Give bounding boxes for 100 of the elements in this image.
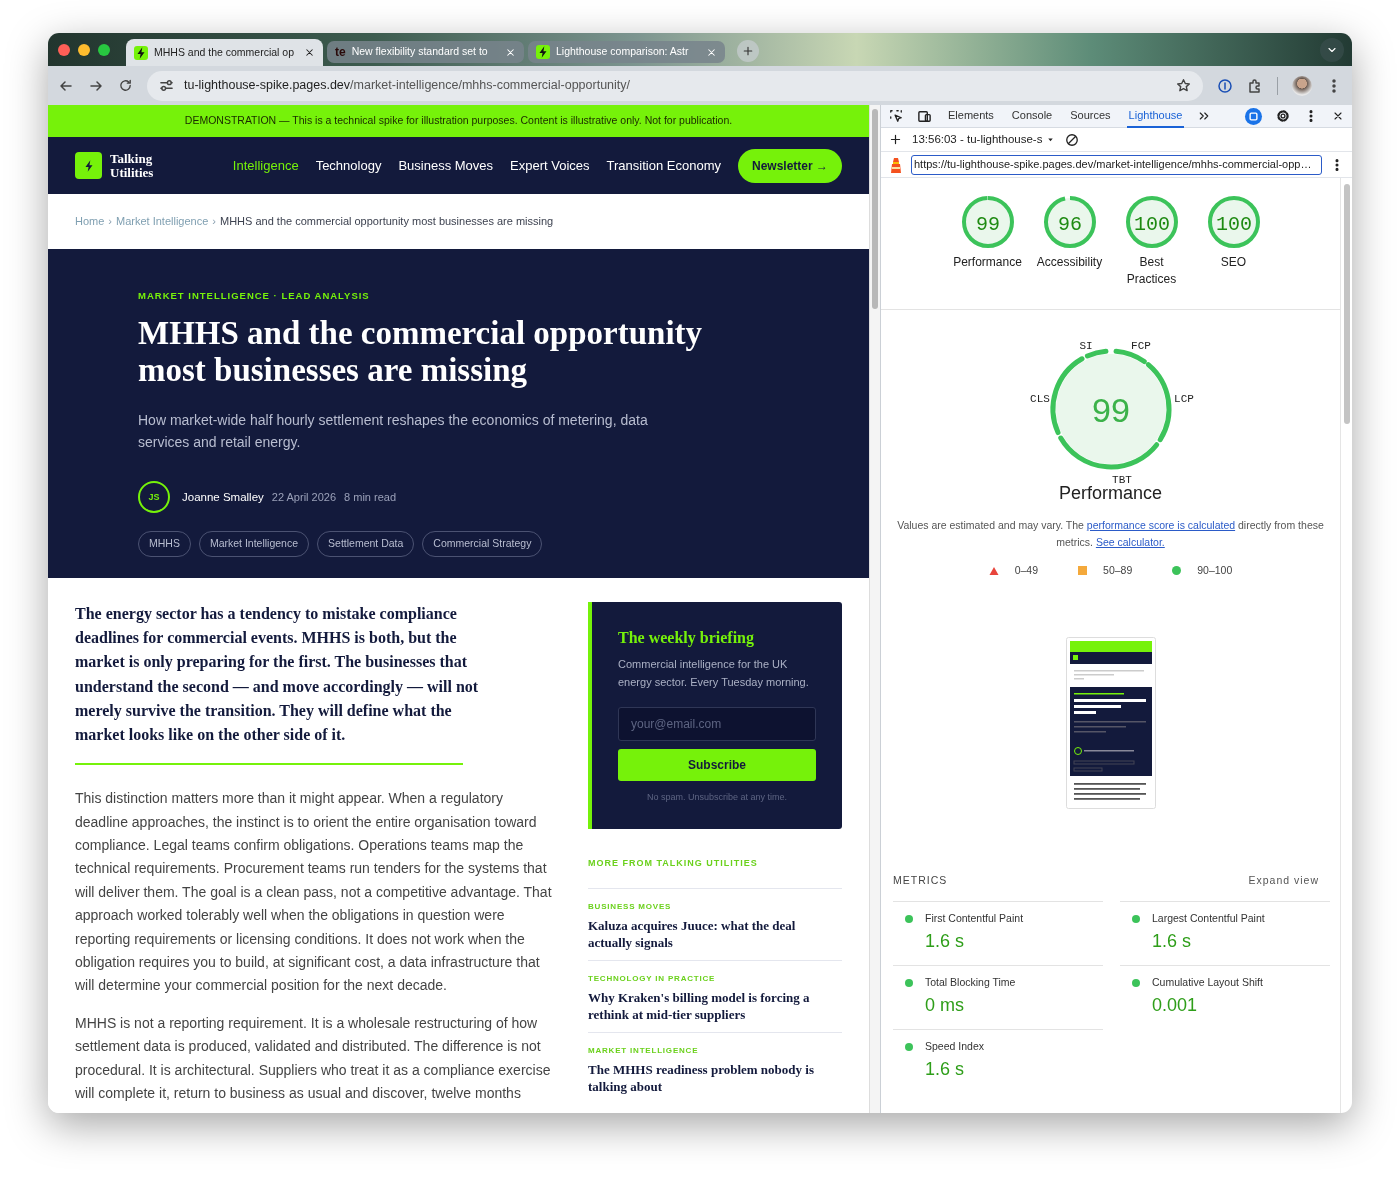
bolt-icon bbox=[134, 45, 148, 60]
ai-assistant-icon[interactable] bbox=[1245, 107, 1262, 125]
score-gauge: 99 bbox=[959, 194, 1016, 250]
performance-score: 99 bbox=[1091, 391, 1130, 429]
plus-icon[interactable] bbox=[889, 133, 902, 146]
metric-value: 0.001 bbox=[1152, 994, 1199, 1018]
metric-name: Largest Contentful Paint bbox=[1152, 910, 1265, 926]
zoom-window-button[interactable] bbox=[98, 43, 110, 56]
score-label: Best Practices bbox=[1125, 254, 1178, 288]
devtools-tab[interactable]: Elements bbox=[946, 104, 996, 128]
profile-avatar[interactable] bbox=[1292, 75, 1312, 96]
metric-name: Cumulative Layout Shift bbox=[1152, 974, 1263, 990]
metric-name: Speed Index bbox=[925, 1038, 984, 1054]
devtools-tab[interactable]: Sources bbox=[1068, 104, 1113, 128]
site-settings-icon[interactable] bbox=[159, 78, 174, 93]
reload-icon[interactable] bbox=[118, 78, 133, 93]
close-icon[interactable] bbox=[1332, 110, 1344, 122]
score-label: Performance bbox=[953, 254, 1022, 271]
lighthouse-icon bbox=[889, 155, 903, 174]
status-dot-icon bbox=[905, 914, 913, 923]
browser-tab[interactable]: Lighthouse comparison: Astr bbox=[528, 41, 725, 63]
logo-text: Talking Utilities bbox=[110, 151, 155, 180]
gauge-title: Performance bbox=[1058, 483, 1162, 505]
browser-tab[interactable]: MHHS and the commercial op bbox=[126, 39, 323, 66]
url-text: tu-lighthouse-spike.pages.dev/market-intelligence/mhhs-commercial-opportunity/ bbox=[184, 77, 632, 95]
scrollbar-thumb[interactable] bbox=[1344, 184, 1350, 424]
tab-search-button[interactable] bbox=[1320, 38, 1344, 62]
breadcrumb-current: MHHS and the commercial opportunity most businesses are missing bbox=[220, 214, 554, 230]
article-link[interactable]: The MHHS readiness problem nobody is talking about bbox=[588, 1061, 842, 1096]
read-time: 8 min read bbox=[344, 490, 397, 505]
expand-view-button[interactable]: Expand view bbox=[1248, 872, 1319, 889]
metric-name: First Contentful Paint bbox=[925, 910, 1024, 926]
new-tab-button[interactable] bbox=[737, 40, 759, 62]
url-field[interactable]: https://tu-lighthouse-spike.pages.dev/market-intelligence/mhhs-commercial-opp… bbox=[911, 154, 1322, 175]
metric-value: 1.6 s bbox=[1152, 930, 1193, 954]
kicker-label: MARKET INTELLIGENCE · LEAD ANALYSIS bbox=[138, 289, 371, 303]
status-dot-icon bbox=[1132, 914, 1140, 923]
body-paragraph: This distinction matters more than it might appear. When a regulatory deadline approaches, the instinct is to orient the entire organisation toward compliance. Legal teams confirm obligations. Operations teams map the technical requirements. Procurement teams run tenders for the systems that will deliver them. The goal is a clean pass, not a competitive advantage. That approach worked tolerably well when the obligations in question were reporting requirements or licensing conditions. It does not work when the obligation requires you to build, at significant cost, a data infrastructure that will determine your commercial position for the next decade. bbox=[75, 789, 553, 996]
report-scrollbar[interactable] bbox=[1340, 178, 1352, 1113]
score-explanation: Values are estimated and may vary. The performance score is calculated directly from these metrics. See calculator. bbox=[896, 518, 1325, 550]
gauge-label: TBT bbox=[1111, 474, 1132, 486]
newsletter-note: No spam. Unsubscribe at any time. bbox=[645, 791, 789, 805]
author-avatar: JS bbox=[138, 481, 170, 514]
page-scrollbar[interactable] bbox=[869, 105, 880, 1113]
more-tabs-icon[interactable] bbox=[1198, 110, 1211, 122]
browser-tab[interactable]: te New flexibility standard set to bbox=[327, 41, 524, 63]
metrics-heading: METRICS bbox=[893, 872, 948, 888]
subscribe-button[interactable]: Subscribe bbox=[618, 749, 816, 782]
close-window-button[interactable] bbox=[58, 43, 70, 56]
help-link[interactable]: See calculator. bbox=[1095, 536, 1165, 548]
password-manager-icon[interactable] bbox=[1217, 77, 1233, 94]
gauge-label: CLS bbox=[1029, 393, 1050, 405]
help-link[interactable]: performance score is calculated bbox=[1086, 519, 1236, 531]
devtools-tab[interactable]: Console bbox=[1009, 104, 1055, 128]
minimize-window-button[interactable] bbox=[78, 43, 90, 56]
settings-icon[interactable] bbox=[1276, 109, 1290, 123]
inspect-element-icon[interactable] bbox=[889, 109, 903, 123]
publish-date: 22 April 2026 bbox=[271, 490, 337, 505]
devtools-tab[interactable]: Lighthouse bbox=[1126, 104, 1185, 128]
article-link[interactable]: Kaluza acquires Juuce: what the deal actually signals bbox=[588, 917, 842, 952]
site-favicon: te bbox=[335, 45, 346, 59]
report-selector[interactable]: 13:56:03 - tu-lighthouse-s bbox=[912, 130, 1056, 149]
address-bar[interactable]: tu-lighthouse-spike.pages.dev/market-intelligence/mhhs-commercial-opportunity/ bbox=[147, 70, 1203, 101]
metric-name: Total Blocking Time bbox=[925, 974, 1016, 990]
nav-link[interactable]: Technology bbox=[315, 155, 382, 176]
nav-link[interactable]: Business Moves bbox=[398, 155, 494, 176]
newsletter-button[interactable]: Newsletter → bbox=[737, 148, 842, 183]
score-gauge: 96 bbox=[1041, 194, 1098, 250]
clear-icon[interactable] bbox=[1065, 132, 1080, 147]
gauge-label: LCP bbox=[1173, 393, 1194, 405]
article-title: MHHS and the commercial opportunity most businesses are missing bbox=[138, 315, 704, 390]
status-dot-icon bbox=[905, 978, 913, 987]
body-paragraph: MHHS is not a reporting requirement. It is a wholesale restructuring of how settlement data is produced, validated and distributed. The difference is not procedural. It is architectural. Suppliers who treat it as a compliance exercise will complete it, return to business as usual and discover, twelve months bbox=[75, 1013, 552, 1104]
section-heading: MORE FROM TALKING UTILITIES bbox=[588, 856, 759, 870]
plus-icon bbox=[742, 45, 754, 57]
close-icon[interactable] bbox=[304, 47, 315, 58]
tab-title: Lighthouse comparison: Astr bbox=[556, 44, 690, 60]
scrollbar-thumb[interactable] bbox=[872, 109, 878, 309]
article-subtitle: How market-wide half hourly settlement reshapes the economics of metering, data services and retail energy. bbox=[138, 411, 649, 453]
caret-icon bbox=[1046, 135, 1056, 144]
device-toolbar-icon[interactable] bbox=[917, 108, 932, 124]
extensions-icon[interactable] bbox=[1247, 77, 1263, 94]
category-label: TECHNOLOGY IN PRACTICE bbox=[588, 973, 717, 986]
status-dot-icon bbox=[905, 1042, 913, 1051]
category-label: MARKET INTELLIGENCE bbox=[588, 1045, 700, 1058]
bookmark-star-icon[interactable] bbox=[1176, 78, 1191, 93]
article-link[interactable]: Why Kraken's billing model is forcing a rethink at mid-tier suppliers bbox=[588, 989, 842, 1024]
demo-banner: DEMONSTRATION — This is a technical spike for illustration purposes. Content is illustrative only. Not for publication. bbox=[48, 105, 869, 137]
score-label: SEO bbox=[1220, 254, 1247, 271]
nav-link[interactable]: Transition Economy bbox=[606, 155, 721, 176]
lead-paragraph: The energy sector has a tendency to mistake compliance deadlines for commercial events. MHHS is both, but the market is only preparing for the first. The businesses that understand the second — and move accordingly — will not merely survive the transition. They will define what the market looks like on the other side of it. bbox=[75, 604, 480, 745]
category-label: BUSINESS MOVES bbox=[588, 901, 673, 914]
nav-link[interactable]: Expert Voices bbox=[510, 155, 590, 176]
tab-title: New flexibility standard set to bbox=[351, 44, 489, 60]
legend-range: 50–89 bbox=[1103, 563, 1133, 578]
gauge-label: SI bbox=[1078, 340, 1093, 352]
nav-link[interactable]: Intelligence bbox=[232, 155, 299, 176]
newsletter-title: The weekly briefing bbox=[618, 628, 755, 648]
email-field[interactable]: your@email.com bbox=[618, 707, 816, 742]
gauge-label: FCP bbox=[1130, 340, 1151, 352]
